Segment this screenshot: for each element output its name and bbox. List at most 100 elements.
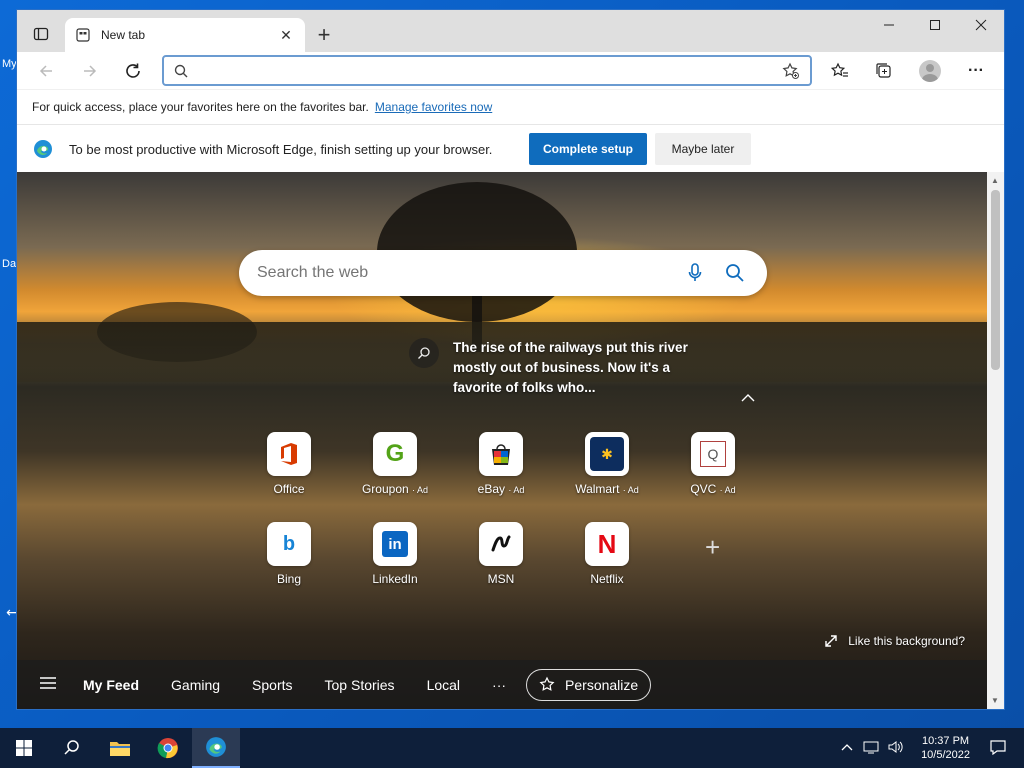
new-tab-page: The rise of the railways put this river …	[17, 172, 987, 709]
start-button[interactable]	[0, 728, 48, 768]
quick-link-groupon[interactable]: G Groupon · Ad	[355, 432, 435, 496]
desktop-icon-label[interactable]: Da	[2, 258, 16, 270]
quick-link-linkedin[interactable]: in LinkedIn	[355, 522, 435, 586]
minimize-button[interactable]	[866, 10, 912, 40]
collections-icon	[876, 63, 891, 78]
collections-button[interactable]	[869, 57, 899, 85]
close-icon	[975, 19, 987, 31]
settings-more-button[interactable]: ···	[961, 57, 991, 85]
toolbar: ···	[17, 52, 1004, 90]
taskbar-search-button[interactable]	[48, 728, 96, 768]
add-quick-link-button[interactable]: +	[705, 532, 720, 563]
add-favorite-icon[interactable]	[782, 62, 800, 80]
favorites-button[interactable]	[825, 57, 855, 85]
web-search-box[interactable]	[239, 250, 767, 296]
maybe-later-button[interactable]: Maybe later	[655, 133, 751, 165]
show-hidden-icons-chevron-up-icon[interactable]	[841, 742, 853, 754]
more-icon: ···	[968, 62, 984, 79]
feed-tab-top-stories[interactable]: Top Stories	[325, 677, 395, 693]
profile-button[interactable]	[915, 57, 945, 85]
menu-icon[interactable]	[39, 676, 69, 693]
edge-button[interactable]	[192, 728, 240, 768]
quick-link-ebay[interactable]: eBay · Ad	[461, 432, 541, 496]
tile-label: MSN	[487, 572, 515, 586]
feed-tab-my-feed[interactable]: My Feed	[83, 677, 139, 693]
clock[interactable]: 10:37 PM 10/5/2022	[921, 734, 970, 762]
favorites-bar: For quick access, place your favorites h…	[17, 90, 1004, 124]
quick-link-walmart[interactable]: ✱ Walmart · Ad	[567, 432, 647, 496]
search-submit-button[interactable]	[721, 259, 749, 287]
page-scrollbar[interactable]: ▲ ▼	[987, 172, 1004, 709]
setup-banner: To be most productive with Microsoft Edg…	[17, 124, 1004, 173]
feed-tab-local[interactable]: Local	[427, 677, 460, 693]
system-tray: 10:37 PM 10/5/2022	[841, 728, 1024, 768]
refresh-button[interactable]	[118, 57, 148, 85]
voice-search-button[interactable]	[681, 259, 709, 287]
browser-window: New tab ✕ + ··· For quick access, place …	[17, 10, 1004, 709]
notification-icon[interactable]	[990, 739, 1006, 758]
address-input[interactable]	[196, 62, 782, 79]
tab-title: New tab	[101, 28, 146, 42]
tile-label: Office	[273, 482, 305, 496]
feed-tab-gaming[interactable]: Gaming	[171, 677, 220, 693]
web-search-input[interactable]	[257, 264, 669, 282]
quick-link-qvc[interactable]: Q QVC · Ad	[673, 432, 753, 496]
scroll-down-icon[interactable]: ▼	[991, 696, 999, 705]
network-icon[interactable]	[863, 740, 879, 757]
forward-button[interactable]	[75, 57, 105, 85]
like-background-link[interactable]: Like this background?	[824, 634, 965, 648]
personalize-label: Personalize	[565, 676, 639, 693]
chrome-icon	[157, 738, 178, 759]
file-explorer-button[interactable]	[96, 728, 144, 768]
maximize-button[interactable]	[912, 10, 958, 40]
desktop-icon-label[interactable]: My	[2, 58, 17, 70]
search-icon	[726, 264, 744, 282]
search-icon	[64, 740, 79, 755]
manage-favorites-link[interactable]: Manage favorites now	[375, 100, 492, 114]
collapse-chevron-up-icon[interactable]	[741, 390, 755, 406]
tab-actions-button[interactable]	[25, 22, 57, 46]
refresh-icon	[126, 63, 140, 78]
personalize-button[interactable]: Personalize	[526, 668, 652, 701]
avatar	[919, 60, 941, 82]
address-bar[interactable]	[162, 55, 812, 86]
clock-time: 10:37 PM	[921, 735, 970, 747]
background-story[interactable]: The rise of the railways put this river …	[409, 338, 693, 398]
search-icon	[174, 64, 188, 77]
msn-icon	[479, 522, 523, 566]
quick-link-office[interactable]: Office	[249, 432, 329, 496]
edge-icon	[206, 737, 226, 757]
close-window-button[interactable]	[958, 10, 1004, 40]
edge-logo-icon	[34, 140, 52, 158]
volume-icon[interactable]	[887, 740, 903, 757]
minimize-icon	[884, 24, 894, 26]
groupon-icon: G	[373, 432, 417, 476]
tab-new-tab[interactable]: New tab ✕	[65, 18, 305, 52]
tab-close-icon[interactable]: ✕	[277, 27, 295, 44]
story-search-icon	[409, 338, 439, 368]
favorites-icon	[831, 62, 848, 77]
windows-logo-icon	[16, 740, 32, 756]
complete-setup-button[interactable]: Complete setup	[529, 133, 647, 165]
scrollbar-thumb[interactable]	[991, 190, 1000, 370]
new-tab-button[interactable]: +	[311, 22, 337, 48]
qvc-icon: Q	[691, 432, 735, 476]
maximize-icon	[930, 20, 940, 30]
feed-tab-sports[interactable]: Sports	[252, 677, 292, 693]
feed-navigation: My Feed Gaming Sports Top Stories Local …	[17, 660, 987, 709]
folder-icon	[110, 742, 130, 756]
feed-more-button[interactable]: ···	[492, 677, 506, 693]
chrome-button[interactable]	[144, 728, 192, 768]
tile-label: Netflix	[590, 572, 624, 586]
tile-label: Walmart	[575, 482, 620, 496]
netflix-icon: N	[585, 522, 629, 566]
back-button[interactable]	[31, 57, 61, 85]
back-arrow-icon	[39, 65, 52, 77]
quick-link-msn[interactable]: MSN	[461, 522, 541, 586]
forward-arrow-icon	[84, 65, 97, 77]
ebay-icon	[479, 432, 523, 476]
tile-label: Bing	[276, 572, 302, 586]
quick-link-bing[interactable]: b Bing	[249, 522, 329, 586]
scroll-up-icon[interactable]: ▲	[991, 176, 999, 185]
quick-link-netflix[interactable]: N Netflix	[567, 522, 647, 586]
